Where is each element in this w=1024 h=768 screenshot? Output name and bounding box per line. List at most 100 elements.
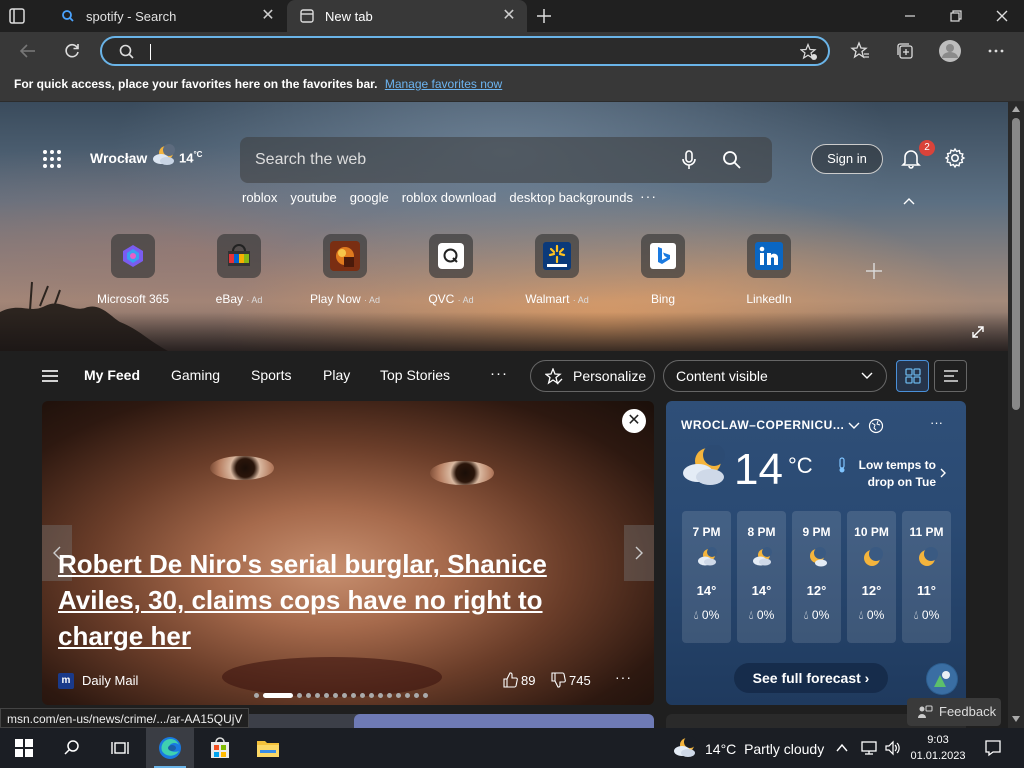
feedback-button[interactable]: Feedback: [907, 698, 1001, 726]
weather-more-button[interactable]: ···: [930, 415, 943, 430]
content-visibility-select[interactable]: Content visible: [663, 360, 887, 392]
page-scrollbar[interactable]: [1008, 102, 1024, 728]
add-quick-link-plus-icon[interactable]: [865, 262, 883, 280]
scrollbar-thumb[interactable]: [1012, 118, 1020, 410]
weather-location[interactable]: WROCLAW–COPERNICU...: [681, 418, 844, 432]
quick-link-microsoft-365[interactable]: Microsoft 365: [80, 234, 186, 306]
quick-link-linkedin[interactable]: LinkedIn: [716, 234, 822, 306]
quick-link-qvc[interactable]: QVC · Ad: [398, 234, 504, 306]
nav-my-feed[interactable]: My Feed: [84, 367, 140, 383]
refresh-icon[interactable]: [62, 41, 82, 61]
notification-center-icon[interactable]: [984, 739, 1002, 757]
nav-sports[interactable]: Sports: [251, 367, 291, 383]
news-headline[interactable]: Robert De Niro's serial burglar, Shanice…: [58, 546, 598, 654]
close-tab-icon[interactable]: ✕: [260, 8, 276, 24]
carousel-dot[interactable]: [297, 693, 302, 698]
chevron-down-icon[interactable]: [847, 421, 861, 431]
carousel-dot[interactable]: [369, 693, 374, 698]
scroll-down-arrow-icon[interactable]: [1012, 716, 1020, 722]
hamburger-menu-icon[interactable]: [41, 369, 59, 383]
carousel-dot[interactable]: [378, 693, 383, 698]
hourly-forecast-item[interactable]: 8 PM 14° 💧︎ 0%: [737, 511, 786, 643]
microphone-icon[interactable]: [680, 150, 698, 170]
start-button[interactable]: [0, 728, 48, 768]
minimize-icon[interactable]: [900, 6, 920, 26]
nav-top-stories[interactable]: Top Stories: [380, 367, 450, 383]
collections-icon[interactable]: [895, 41, 915, 61]
close-tab-icon[interactable]: ✕: [501, 8, 517, 24]
tab-new-tab[interactable]: New tab ✕: [287, 0, 527, 32]
carousel-dot[interactable]: [360, 693, 365, 698]
see-full-forecast-button[interactable]: See full forecast ›: [734, 663, 888, 693]
favorites-icon[interactable]: [850, 41, 870, 61]
chevron-up-icon[interactable]: [835, 741, 849, 755]
carousel-dot[interactable]: [387, 693, 392, 698]
app-launcher-icon[interactable]: [42, 149, 62, 169]
address-bar[interactable]: [100, 36, 830, 66]
list-view-button[interactable]: [934, 360, 967, 392]
tab-actions-icon[interactable]: [8, 7, 26, 25]
hourly-forecast-item[interactable]: 7 PM 14° 💧︎ 0%: [682, 511, 731, 643]
volume-icon[interactable]: [884, 739, 902, 757]
settings-more-icon[interactable]: [986, 41, 1006, 61]
nav-play[interactable]: Play: [323, 367, 350, 383]
news-source[interactable]: Daily Mail: [82, 673, 138, 688]
carousel-dot[interactable]: [254, 693, 259, 698]
task-view-button[interactable]: [96, 728, 144, 768]
carousel-dot[interactable]: [315, 693, 320, 698]
trending-item[interactable]: youtube: [290, 190, 336, 205]
network-icon[interactable]: [860, 739, 878, 757]
carousel-dot[interactable]: [351, 693, 356, 698]
personalize-button[interactable]: Personalize: [530, 360, 655, 392]
card-more-button[interactable]: ···: [615, 669, 632, 685]
grid-view-button[interactable]: [896, 360, 929, 392]
carousel-dot[interactable]: [423, 693, 428, 698]
close-card-button[interactable]: ✕: [622, 409, 646, 433]
hourly-forecast-item[interactable]: 9 PM 12° 💧︎ 0%: [792, 511, 841, 643]
taskbar-weather[interactable]: 14°C Partly cloudy: [705, 741, 824, 757]
nav-more-button[interactable]: ···: [490, 365, 508, 382]
quick-link-play-now[interactable]: Play Now · Ad: [292, 234, 398, 306]
restore-icon[interactable]: [946, 6, 966, 26]
location-label[interactable]: Wrocław: [90, 150, 147, 166]
weather-card[interactable]: WROCLAW–COPERNICU... ··· 14 °C Low temps…: [666, 401, 966, 705]
weather-assistant-avatar[interactable]: [926, 663, 958, 695]
trending-more-button[interactable]: ···: [640, 188, 657, 204]
thumbs-down-icon[interactable]: [550, 672, 566, 688]
trending-item[interactable]: desktop backgrounds: [509, 190, 633, 205]
gear-icon[interactable]: [944, 147, 966, 169]
nav-gaming[interactable]: Gaming: [171, 367, 220, 383]
taskbar-search-button[interactable]: [48, 728, 96, 768]
partly-cloudy-night-icon[interactable]: [673, 736, 697, 760]
quick-link-walmart[interactable]: Walmart · Ad: [504, 234, 610, 306]
carousel-dot[interactable]: [263, 693, 293, 698]
carousel-dot[interactable]: [396, 693, 401, 698]
carousel-dot[interactable]: [306, 693, 311, 698]
tab-spotify-search[interactable]: spotify - Search ✕: [48, 0, 286, 32]
taskbar-explorer-button[interactable]: [244, 728, 292, 768]
carousel-dot[interactable]: [414, 693, 419, 698]
header-temperature[interactable]: 14°C: [179, 150, 202, 165]
chevron-up-icon[interactable]: [902, 196, 916, 206]
chevron-right-icon[interactable]: [939, 467, 947, 479]
hourly-forecast-item[interactable]: 11 PM 11° 💧︎ 0%: [902, 511, 951, 643]
weather-alert[interactable]: Low temps to drop on Tue: [852, 457, 936, 491]
new-tab-plus-icon[interactable]: [534, 6, 554, 26]
web-search-box[interactable]: Search the web: [240, 137, 772, 183]
thumbs-up-icon[interactable]: [502, 672, 518, 688]
close-window-icon[interactable]: [992, 6, 1012, 26]
quick-link-bing[interactable]: Bing: [610, 234, 716, 306]
carousel-next-button[interactable]: [624, 525, 654, 581]
location-globe-icon[interactable]: [868, 418, 884, 434]
trending-item[interactable]: roblox download: [402, 190, 497, 205]
taskbar-edge-button[interactable]: [146, 728, 194, 768]
hourly-forecast-item[interactable]: 10 PM 12° 💧︎ 0%: [847, 511, 896, 643]
quick-link-ebay[interactable]: eBay · Ad: [186, 234, 292, 306]
carousel-dot[interactable]: [324, 693, 329, 698]
expand-arrows-icon[interactable]: [971, 325, 985, 339]
sign-in-button[interactable]: Sign in: [811, 144, 883, 174]
trending-item[interactable]: google: [350, 190, 389, 205]
weather-unit[interactable]: °C: [788, 453, 813, 479]
carousel-dot[interactable]: [405, 693, 410, 698]
taskbar-store-button[interactable]: [196, 728, 244, 768]
